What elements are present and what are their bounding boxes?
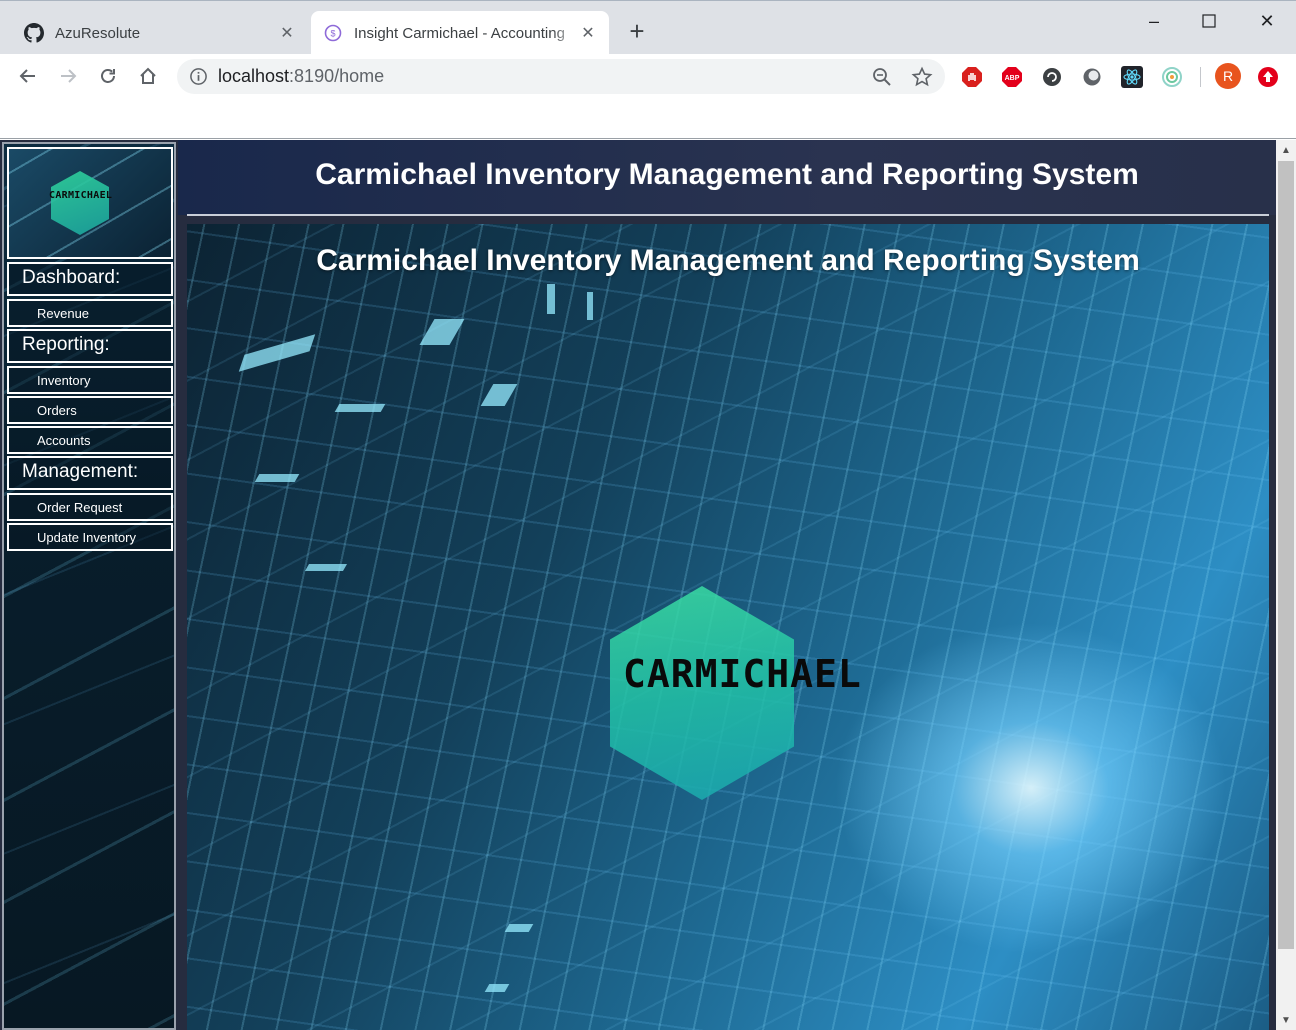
sidebar-item-update-inventory[interactable]: Update Inventory — [7, 523, 173, 551]
sidebar-item-orders[interactable]: Orders — [7, 396, 173, 424]
target-extension-icon[interactable] — [1160, 65, 1184, 89]
decorative-streak — [547, 284, 555, 314]
zoom-icon[interactable] — [871, 66, 893, 88]
forward-arrow-icon — [61, 69, 77, 83]
browser-toolbar: localhost:8190/home ABP R — [0, 54, 1296, 99]
info-icon[interactable] — [189, 67, 208, 86]
decorative-streak — [587, 292, 593, 320]
home-icon — [140, 67, 156, 84]
sidebar-section-dashboard: Dashboard: — [7, 262, 173, 296]
maximize-icon — [1202, 14, 1216, 28]
tab-close-icon[interactable]: ✕ — [579, 24, 597, 42]
tab-close-icon[interactable]: ✕ — [278, 24, 296, 42]
close-window-button[interactable]: ✕ — [1244, 7, 1290, 35]
page-scrollbar[interactable]: ▲ ▼ — [1276, 140, 1296, 1030]
browser-tab-insight-carmichael[interactable]: $ Insight Carmichael - Accounting ✕ — [311, 11, 609, 55]
decorative-streak — [254, 474, 300, 482]
hero-banner: Carmichael Inventory Management and Repo… — [187, 224, 1269, 1030]
decorative-streak — [504, 924, 534, 932]
github-icon — [24, 23, 44, 43]
stop-sign-extension-icon[interactable] — [960, 65, 984, 89]
tab-title: AzuResolute — [55, 24, 141, 42]
site-favicon-icon: $ — [323, 23, 343, 43]
react-devtools-icon[interactable] — [1120, 65, 1144, 89]
sidebar: CARMICHAEL Dashboard: Revenue Reporting:… — [2, 142, 176, 1030]
update-menu-icon[interactable] — [1256, 65, 1280, 89]
browser-content-top-gap — [0, 99, 1296, 139]
sidebar-section-management: Management: — [7, 456, 173, 490]
logo-text: CARMICHAEL — [49, 190, 113, 201]
reload-button[interactable] — [94, 62, 122, 90]
home-button[interactable] — [134, 62, 162, 90]
sidebar-logo[interactable]: CARMICHAEL — [7, 147, 173, 259]
main-content: Carmichael Inventory Management and Repo… — [178, 140, 1276, 1030]
browser-tab-azuresolute[interactable]: AzuResolute ✕ — [12, 11, 308, 55]
sidebar-item-accounts[interactable]: Accounts — [7, 426, 173, 454]
decorative-streak — [419, 319, 465, 345]
scroll-down-arrow-icon[interactable]: ▼ — [1276, 1010, 1296, 1030]
profile-avatar[interactable]: R — [1215, 63, 1241, 89]
decorative-streak — [304, 564, 348, 571]
gray-circle-extension-icon[interactable] — [1080, 65, 1104, 89]
page-title: Carmichael Inventory Management and Repo… — [315, 158, 1139, 191]
toolbar-separator — [1200, 67, 1201, 87]
hero-title: Carmichael Inventory Management and Repo… — [316, 244, 1140, 277]
profile-initial: R — [1222, 68, 1234, 84]
browser-tab-strip: AzuResolute ✕ $ Insight Carmichael - Acc… — [0, 0, 1296, 55]
decorative-streak — [238, 334, 316, 372]
maximize-button[interactable] — [1186, 7, 1232, 35]
forward-button[interactable] — [54, 62, 82, 90]
header-divider — [187, 214, 1269, 216]
scroll-up-arrow-icon[interactable]: ▲ — [1276, 140, 1296, 160]
dark-circle-extension-icon[interactable] — [1040, 65, 1064, 89]
svg-text:$: $ — [330, 29, 335, 39]
back-arrow-icon — [19, 69, 35, 83]
page-viewport: CARMICHAEL Dashboard: Revenue Reporting:… — [0, 140, 1276, 1030]
back-button[interactable] — [14, 62, 42, 90]
hero-logo-text: CARMICHAEL — [623, 652, 862, 696]
reload-icon — [101, 69, 115, 83]
address-bar[interactable]: localhost:8190/home — [177, 59, 945, 94]
sidebar-item-revenue[interactable]: Revenue — [7, 299, 173, 327]
sidebar-item-inventory[interactable]: Inventory — [7, 366, 173, 394]
bookmark-star-icon[interactable] — [911, 66, 933, 88]
scrollbar-thumb[interactable] — [1278, 161, 1294, 949]
decorative-streak — [480, 384, 518, 406]
adblock-plus-icon[interactable]: ABP — [1000, 65, 1024, 89]
sidebar-section-reporting: Reporting: — [7, 329, 173, 363]
decorative-streak — [484, 984, 510, 992]
url-text[interactable]: localhost:8190/home — [218, 66, 384, 87]
logo-hexagon — [51, 171, 109, 235]
tab-title: Insight Carmichael - Accounting — [354, 24, 565, 42]
new-tab-button[interactable]: + — [624, 18, 650, 45]
decorative-streak — [334, 404, 386, 412]
sidebar-item-order-request[interactable]: Order Request — [7, 493, 173, 521]
svg-text:ABP: ABP — [1005, 75, 1020, 82]
minimize-button[interactable]: – — [1131, 7, 1177, 35]
page-header: Carmichael Inventory Management and Repo… — [178, 140, 1276, 215]
